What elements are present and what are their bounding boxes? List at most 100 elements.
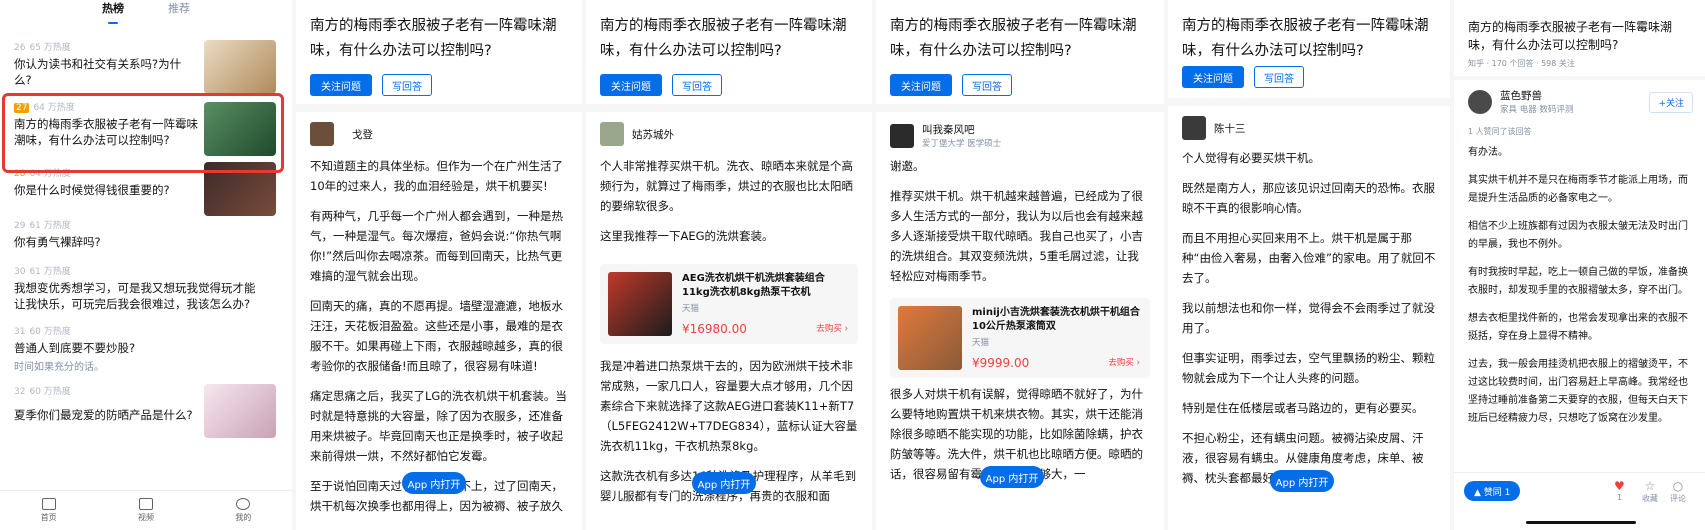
paragraph: 这里我推荐一下AEG的洗烘套装。 <box>600 229 774 243</box>
author[interactable]: 姑苏城外 <box>600 122 674 146</box>
divider <box>876 104 1164 112</box>
heat: 61 万热度 <box>29 221 71 231</box>
paragraph: 但事实证明，雨季过去，空气里飘扬的粉尘、颗粒物就会成为下一个让人头疼的问题。 <box>1182 351 1435 385</box>
write-answer-button[interactable]: 写回答 <box>382 74 432 96</box>
tab-recommend[interactable]: 推荐 <box>168 0 190 20</box>
paragraph: 有办法。 <box>1468 147 1508 158</box>
paragraph: 我以前想法也和你一样，觉得会不会雨季过了就没用了。 <box>1182 301 1435 335</box>
hot-title: 普通人到底要不要炒股? <box>14 341 136 355</box>
product-card[interactable]: minij小吉洗烘套装洗衣机烘干机组合10公斤热泵滚筒双 天猫 ¥9999.00… <box>890 298 1150 378</box>
nav-home[interactable]: 首页 <box>41 498 57 523</box>
question-title: 南方的梅雨季衣服被子老有一阵霉味潮味，有什么办法可以控制吗? <box>890 18 1137 59</box>
product-title: AEG洗衣机烘干机洗烘套装组合11kg洗衣机8kg热泵干衣机 <box>682 273 825 298</box>
follow-question-button[interactable]: 关注问题 <box>1182 66 1244 88</box>
hot-meta: 31 60 万热度 <box>14 324 276 337</box>
home-icon <box>41 498 56 510</box>
liked-count: 1 人赞同了该回答 <box>1468 127 1532 136</box>
author-headline: 家具 电器 数码评测 <box>1500 105 1574 115</box>
answer-panel-3: 南方的梅雨季衣服被子老有一阵霉味潮味，有什么办法可以控制吗? 关注问题 写回答 … <box>876 0 1164 530</box>
hot-item-30[interactable]: 30 61 万热度 我想变优秀想学习，可是我又想玩我觉得玩才能让我快乐，可玩完后我… <box>14 264 276 312</box>
paragraph: 谢邀。 <box>890 159 925 173</box>
app-open-button[interactable]: App 内打开 <box>1270 470 1334 492</box>
product-card[interactable]: AEG洗衣机烘干机洗烘套装组合11kg洗衣机8kg热泵干衣机 天猫 ¥16980… <box>600 264 858 344</box>
avatar <box>1468 89 1492 114</box>
heart-icon: ♥ <box>1614 479 1625 493</box>
buy-link[interactable]: 去购买 › <box>816 322 848 334</box>
paragraph: 其实烘干机并不是只在梅雨季节才能派上用场，而是提升生活品质的必备家电之一。 <box>1468 175 1688 204</box>
selection-highlight <box>2 93 284 173</box>
paragraph: 想去衣柜里找件新的，也常会发现拿出来的衣服不挺括，穿在身上显得不精神。 <box>1468 313 1688 342</box>
heat: 60 万热度 <box>29 327 71 337</box>
product-shop: 天猫 <box>972 338 990 348</box>
collect-label: 收藏 <box>1642 494 1658 503</box>
hot-title: 我想变优秀想学习，可是我又想玩我觉得玩才能让我快乐，可玩完后我会很难过，我该怎么… <box>14 281 256 311</box>
app-open-button[interactable]: App 内打开 <box>402 472 466 494</box>
hot-item-31[interactable]: 31 60 万热度 普通人到底要不要炒股? 时间如果充分的话。 <box>14 324 276 373</box>
app-open-button[interactable]: App 内打开 <box>692 472 756 494</box>
write-answer-button[interactable]: 写回答 <box>672 74 722 96</box>
answer-panel-2: 南方的梅雨季衣服被子老有一阵霉味潮味，有什么办法可以控制吗? 关注问题 写回答 … <box>586 0 872 530</box>
product-title: minij小吉洗烘套装洗衣机烘干机组合10公斤热泵滚筒双 <box>972 307 1140 332</box>
agree-button[interactable]: ▲ 赞同 1 <box>1464 481 1521 501</box>
collect-action[interactable]: ☆ 收藏 <box>1642 479 1658 504</box>
paragraph: 我是冲着进口热泵烘干去的，因为欧洲烘干技术非常成熟，一家几口人，容量要大点才够用… <box>600 359 858 453</box>
nav-label: 我的 <box>235 513 252 522</box>
write-answer-button[interactable]: 写回答 <box>1254 66 1304 88</box>
like-action[interactable]: ♥ 1 <box>1614 479 1625 502</box>
author[interactable]: 叫我秦风吧 爱丁堡大学 医学硕士 <box>890 122 1001 149</box>
question-title: 南方的梅雨季衣服被子老有一阵霉味潮味，有什么办法可以控制吗? <box>1182 18 1429 59</box>
heat: 65 万热度 <box>29 43 71 53</box>
rank: 29 <box>14 221 26 231</box>
star-icon: ☆ <box>1644 479 1656 493</box>
paragraph: 特别是住在低楼层或者马路边的，更有必要买。 <box>1182 401 1424 415</box>
tab-hot[interactable]: 热榜 <box>102 0 124 24</box>
paragraph: 推荐买烘干机。烘干机越来越普遍，已经成为了很多人生活方式的一部分，我认为以后也会… <box>890 189 1143 283</box>
heat: 60 万热度 <box>29 387 71 397</box>
follow-question-button[interactable]: 关注问题 <box>890 74 952 96</box>
paragraph: 相信不少上班族都有过因为衣服太皱无法及时出门的早晨，我也不例外。 <box>1468 221 1688 250</box>
hot-excerpt: 时间如果充分的话。 <box>14 362 104 373</box>
answer-body: 谢邀。 推荐买烘干机。烘干机越来越普遍，已经成为了很多人生活方式的一部分，我认为… <box>890 156 1150 296</box>
question-title: 南方的梅雨季衣服被子老有一阵霉味潮味，有什么办法可以控制吗? <box>1468 20 1673 52</box>
author[interactable]: 陈十三 <box>1182 116 1246 140</box>
buy-link[interactable]: 去购买 › <box>1108 356 1140 368</box>
comment-action[interactable]: ○ 评论 <box>1670 479 1686 504</box>
comment-icon: ○ <box>1672 479 1684 493</box>
author-name: 姑苏城外 <box>632 128 674 141</box>
product-shop: 天猫 <box>682 304 700 314</box>
author[interactable]: 蓝色野兽 家具 电器 数码评测 <box>1468 88 1573 115</box>
answer-body: 有办法。 其实烘干机并不是只在梅雨季节才能派上用场，而是提升生活品质的必备家电之… <box>1468 144 1691 438</box>
paragraph: 既然是南方人，那应该见识过回南天的恐怖。衣服晾不干真的很影响心情。 <box>1182 181 1435 215</box>
question-title: 南方的梅雨季衣服被子老有一阵霉味潮味，有什么办法可以控制吗? <box>600 18 847 59</box>
paragraph: 痛定思痛之后，我买了LG的洗衣机烘干机套装。当时就是特意挑的大容量，除了因为衣服… <box>310 389 567 463</box>
hot-item-32[interactable]: 32 60 万热度 夏季你们最宠爱的防晒产品是什么? <box>14 384 276 438</box>
answer-panel-1: 南方的梅雨季衣服被子老有一阵霉味潮味，有什么办法可以控制吗? 关注问题 写回答 … <box>296 0 582 530</box>
app-open-button[interactable]: App 内打开 <box>980 466 1044 488</box>
nav-me[interactable]: 我的 <box>235 498 251 523</box>
hot-item-26[interactable]: 26 65 万热度 你认为读书和社交有关系吗?为什么? <box>14 40 276 94</box>
paragraph: 个人觉得有必要买烘干机。 <box>1182 151 1320 165</box>
paragraph: 有时我按时早起，吃上一顿自己做的早饭，准备换衣服时，却发现手里的衣服褶皱太多，穿… <box>1468 267 1688 296</box>
author-info: 蓝色野兽 家具 电器 数码评测 <box>1500 88 1573 115</box>
follow-author-button[interactable]: +关注 <box>1649 92 1693 113</box>
thumbnail-sunscreen <box>204 384 276 438</box>
avatar <box>600 122 624 146</box>
follow-question-button[interactable]: 关注问题 <box>310 74 372 96</box>
hot-item-29[interactable]: 29 61 万热度 你有勇气裸辞吗? <box>14 218 276 250</box>
nav-label: 视频 <box>137 513 154 522</box>
bottom-action-bar: ▲ 赞同 1 ♥ 1 ☆ 收藏 ○ 评论 <box>1454 472 1705 530</box>
author-name: 叫我秦风吧 <box>922 124 975 136</box>
thumbnail-book <box>204 40 276 94</box>
answer-panel-4: 南方的梅雨季衣服被子老有一阵霉味潮味，有什么办法可以控制吗? 关注问题 写回答 … <box>1168 0 1450 530</box>
author-name: 蓝色野兽 <box>1500 90 1542 102</box>
comment-label: 评论 <box>1670 494 1686 503</box>
answer-body: 个人觉得有必要买烘干机。 既然是南方人，那应该见识过回南天的恐怖。衣服晾不干真的… <box>1182 148 1436 498</box>
follow-question-button[interactable]: 关注问题 <box>600 74 662 96</box>
hot-list-panel: 热榜 推荐 26 65 万热度 你认为读书和社交有关系吗?为什么? 27 64 万热… <box>0 0 292 530</box>
nav-video[interactable]: 视频 <box>138 498 154 523</box>
avatar <box>890 123 914 148</box>
author[interactable]: 戈登 <box>310 122 373 146</box>
write-answer-button[interactable]: 写回答 <box>962 74 1012 96</box>
hot-title: 你认为读书和社交有关系吗?为什么? <box>14 57 182 87</box>
answer-body: 不知道题主的具体坐标。但作为一个在广州生活了10年的过来人，我的血泪经验是，烘干… <box>310 156 568 526</box>
